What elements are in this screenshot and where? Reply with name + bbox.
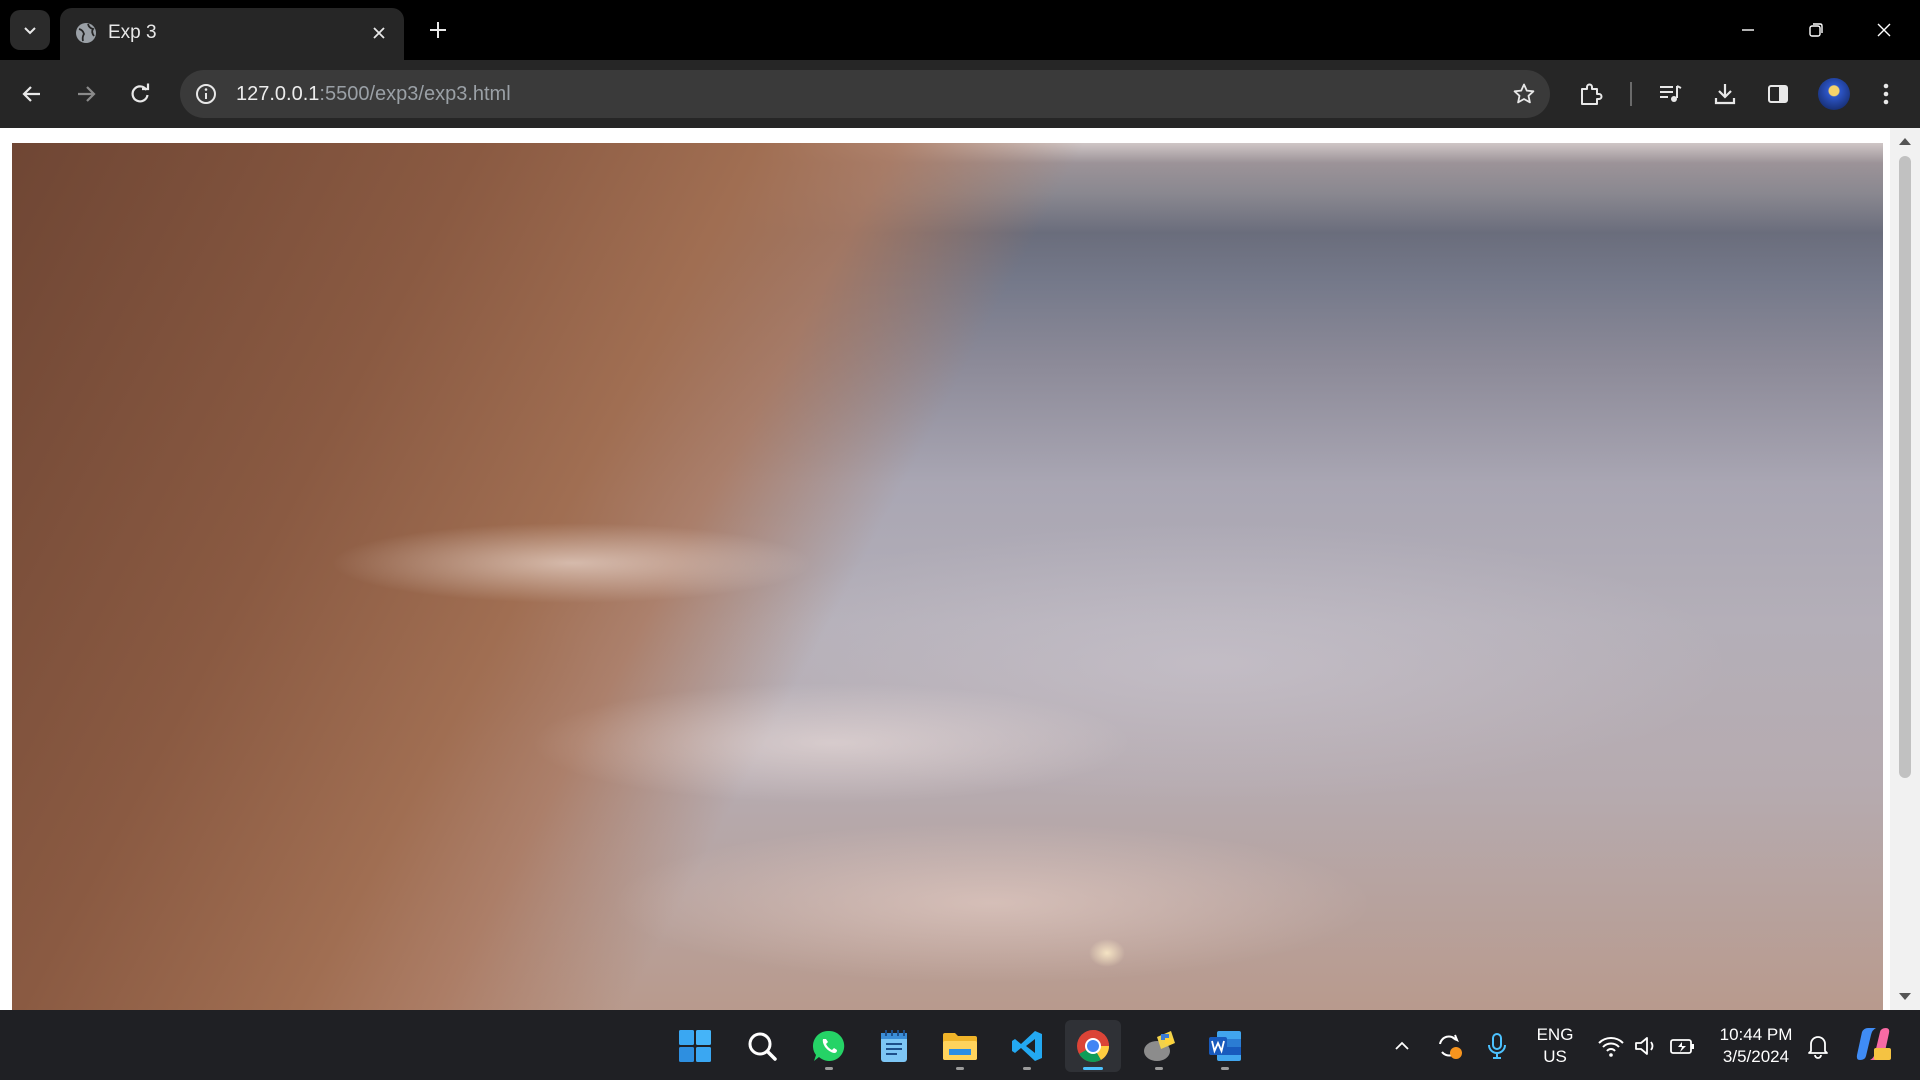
taskbar-search-button[interactable] [734,1020,790,1072]
taskbar-vscode[interactable] [999,1020,1055,1072]
notepad-icon [881,1030,907,1062]
arrow-left-icon [22,86,40,102]
browser-toolbar: 127.0.0.1:5500/exp3/exp3.html [0,60,1920,128]
toolbar-separator [1630,82,1632,106]
tab-search-button[interactable] [10,10,50,50]
restore-button[interactable] [1782,0,1850,60]
media-controls-button[interactable] [1650,74,1690,114]
url-path: :5500/exp3/exp3.html [319,83,511,105]
taskbar-clock[interactable]: 10:44 PM 3/5/2024 [1706,1024,1806,1068]
bell-icon [1808,1036,1828,1059]
wifi-icon [1598,1037,1624,1057]
search-icon [748,1032,777,1061]
scroll-up-arrow[interactable] [1899,138,1911,145]
arrow-right-icon [78,86,96,102]
speaker-icon [1635,1037,1654,1055]
url-text: 127.0.0.1:5500/exp3/exp3.html [236,82,511,106]
new-tab-button[interactable] [418,12,458,48]
start-button[interactable] [667,1020,723,1072]
copilot-button[interactable] [1853,1024,1893,1064]
copilot-icon [1856,1028,1891,1060]
running-indicator [1221,1067,1229,1070]
bookmark-button[interactable] [1508,78,1540,110]
back-button[interactable] [12,74,52,114]
tray-wifi[interactable] [1595,1030,1627,1062]
video-foam-region [12,143,1883,1010]
running-indicator [1023,1067,1031,1070]
chevron-up-icon [1395,1041,1409,1050]
windows-logo-icon [679,1030,711,1062]
forward-button[interactable] [66,74,106,114]
playlist-music-icon [1660,85,1682,102]
minimize-button[interactable] [1714,0,1782,60]
notifications-button[interactable] [1802,1030,1834,1062]
windows-taskbar: ENG US 10:44 PM 3/5/2024 [0,1010,1920,1080]
scroll-down-arrow[interactable] [1899,993,1911,1000]
side-panel-icon [1768,85,1788,103]
close-window-button[interactable] [1850,0,1918,60]
microphone-icon [1488,1033,1506,1059]
word-icon [1209,1031,1241,1061]
chrome-icon [1077,1030,1109,1063]
star-icon [1513,83,1535,104]
running-indicator [825,1067,833,1070]
whatsapp-icon [812,1030,845,1061]
running-indicator [956,1067,964,1070]
taskbar-word[interactable] [1197,1020,1253,1072]
clock-date: 3/5/2024 [1722,1047,1790,1066]
sync-icon [1439,1034,1462,1059]
taskbar-python-idle[interactable] [1131,1020,1187,1072]
tab-title: Exp 3 [108,22,157,43]
tab-exp3[interactable]: Exp 3 [60,8,404,60]
scrollbar-thumb[interactable] [1899,156,1911,778]
chevron-down-icon [24,27,36,35]
folder-icon [943,1033,977,1060]
taskbar-whatsapp[interactable] [801,1020,857,1072]
download-icon [1714,84,1736,105]
page-scrollbar[interactable] [1890,128,1920,1010]
tray-volume[interactable] [1630,1030,1662,1062]
taskbar-file-explorer[interactable] [932,1020,988,1072]
puzzle-icon [1581,83,1603,105]
tab-strip: Exp 3 [0,0,1920,60]
extensions-button[interactable] [1571,74,1611,114]
profile-avatar[interactable] [1818,78,1850,110]
downloads-button[interactable] [1705,74,1745,114]
battery-charging-icon [1670,1039,1694,1054]
plus-icon [430,22,446,38]
language-indicator[interactable]: ENG US [1530,1024,1580,1068]
reload-icon [131,83,150,103]
info-icon [196,84,216,104]
address-bar[interactable]: 127.0.0.1:5500/exp3/exp3.html [180,70,1550,118]
menu-button[interactable] [1866,74,1906,114]
tray-battery[interactable] [1667,1030,1699,1062]
taskbar-chrome[interactable] [1065,1020,1121,1072]
minimize-icon [1742,29,1754,31]
page-viewport [0,128,1920,1010]
reload-button[interactable] [120,74,160,114]
tray-sync-status[interactable] [1433,1030,1465,1062]
running-indicator [1155,1067,1163,1070]
globe-icon [76,23,96,43]
taskbar-notepad[interactable] [866,1020,922,1072]
url-host: 127.0.0.1 [236,83,320,105]
close-icon [1877,23,1891,37]
language-region: US [1543,1047,1567,1066]
close-icon [373,27,385,39]
side-panel-button[interactable] [1758,74,1798,114]
more-vertical-icon [1883,83,1889,105]
vscode-icon [1012,1031,1042,1061]
tray-microphone[interactable] [1481,1030,1513,1062]
python-idle-icon [1144,1031,1175,1061]
language-code: ENG [1536,1025,1574,1044]
tab-close-button[interactable] [366,20,392,46]
show-hidden-icons-button[interactable] [1386,1030,1418,1062]
clock-time: 10:44 PM [1719,1025,1793,1044]
active-indicator [1083,1067,1103,1070]
restore-icon [1809,23,1823,37]
site-info-button[interactable] [192,80,220,108]
beach-video[interactable] [12,143,1883,1010]
